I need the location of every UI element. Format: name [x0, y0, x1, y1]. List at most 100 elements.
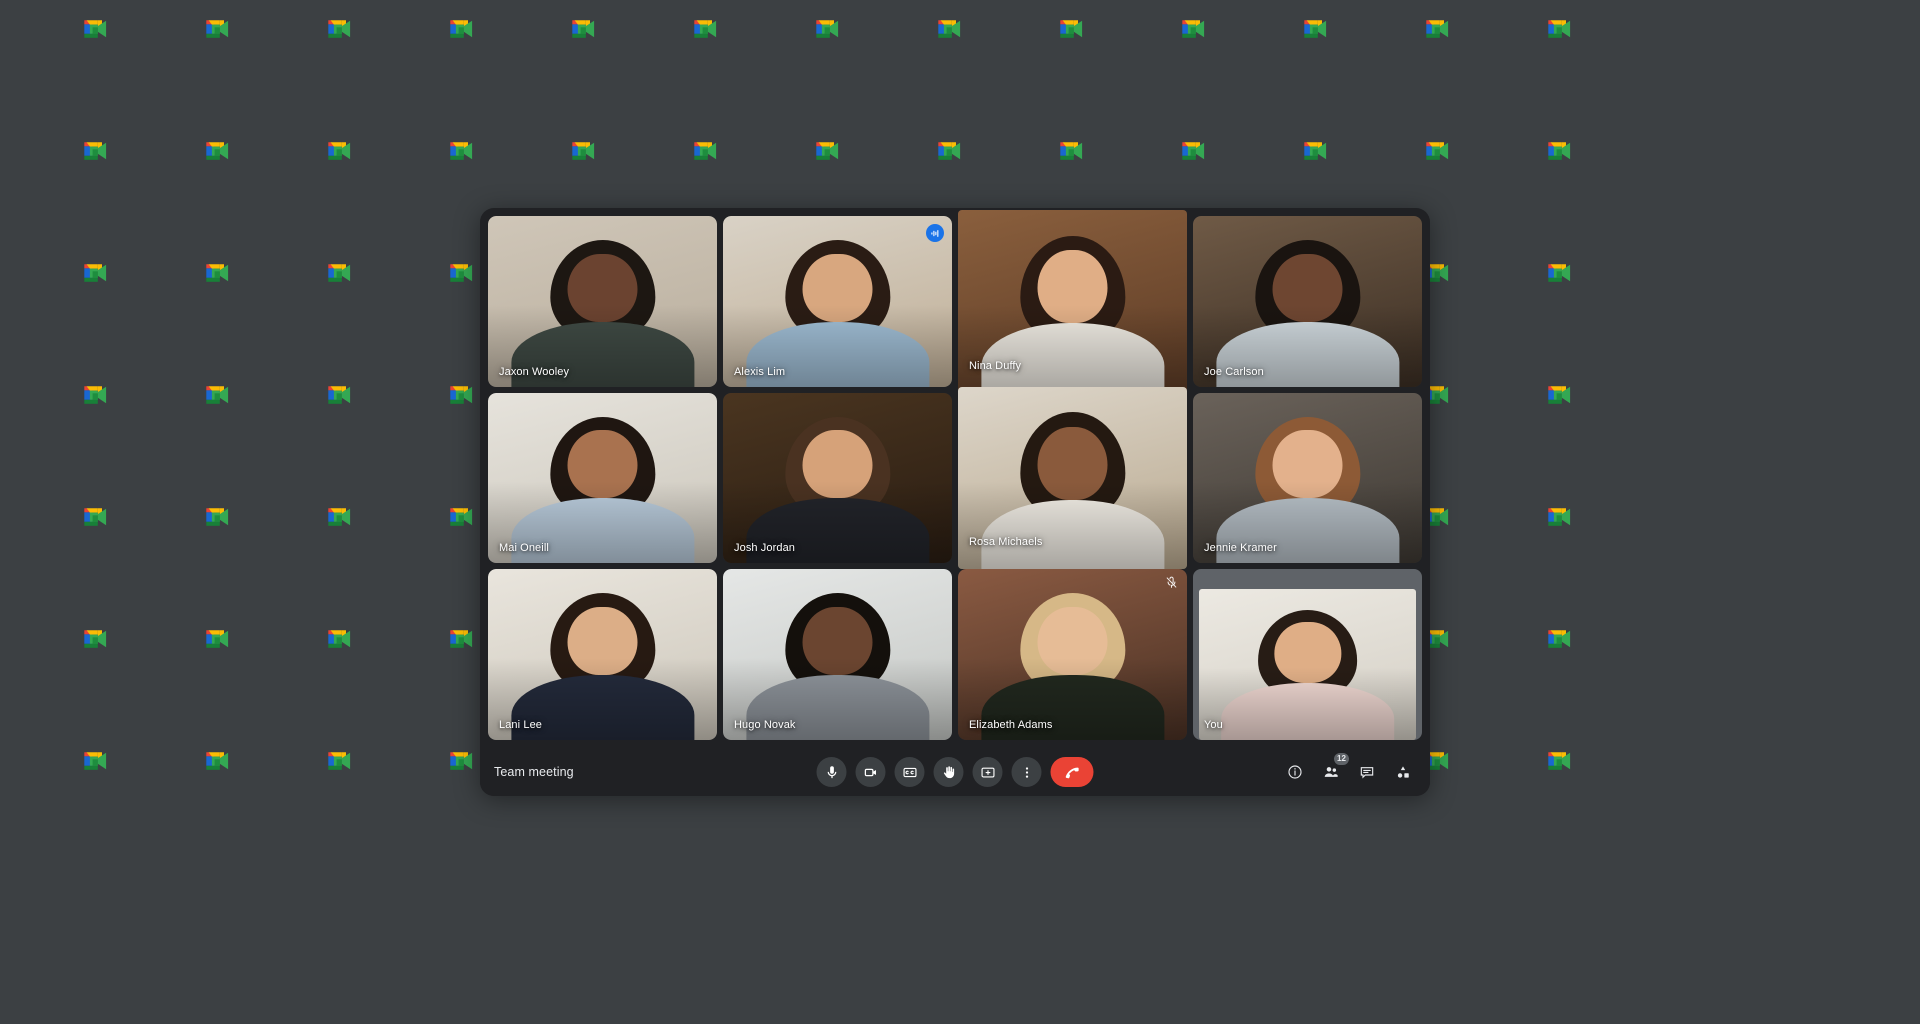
google-meet-logo: [82, 262, 108, 284]
participant-name: Elizabeth Adams: [969, 719, 1053, 731]
leave-call-button[interactable]: [1050, 757, 1094, 787]
google-meet-logo: [82, 18, 108, 40]
google-meet-logo: [1180, 140, 1206, 162]
video-camera-icon: [863, 765, 878, 780]
google-meet-logo: [1424, 18, 1450, 40]
active-speaker-badge: [926, 224, 944, 242]
google-meet-logo: [204, 506, 230, 528]
participant-video-grid: Jaxon Wooley Alexis Lim Nina Duffy Joe Carl…: [480, 208, 1430, 748]
google-meet-logo: [1058, 18, 1084, 40]
google-meet-logo: [82, 140, 108, 162]
raise-hand-button[interactable]: [933, 757, 964, 787]
google-meet-logo: [326, 750, 352, 772]
participant-tile[interactable]: Hugo Novak: [723, 569, 952, 740]
google-meet-logo: [814, 18, 840, 40]
meet-window: Jaxon Wooley Alexis Lim Nina Duffy Joe Carl…: [480, 208, 1430, 796]
captions-button[interactable]: [894, 757, 925, 787]
microphone-button[interactable]: [816, 757, 847, 787]
google-meet-logo: [1180, 18, 1206, 40]
more-options-button[interactable]: [1011, 757, 1042, 787]
participant-video: [1193, 216, 1422, 387]
microphone-icon: [824, 765, 839, 780]
google-meet-logo: [82, 506, 108, 528]
participant-tile[interactable]: Alexis Lim: [723, 216, 952, 387]
google-meet-logo: [936, 18, 962, 40]
google-meet-logo: [448, 506, 474, 528]
info-icon: [1287, 764, 1303, 780]
closed-captions-icon: [902, 765, 917, 780]
activities-icon: [1395, 764, 1411, 780]
google-meet-logo: [448, 262, 474, 284]
call-controls: [816, 757, 1094, 787]
participant-tile[interactable]: Nina Duffy: [958, 210, 1187, 393]
hangup-phone-icon: [1063, 763, 1082, 782]
google-meet-logo: [570, 18, 596, 40]
participant-name: Joe Carlson: [1204, 365, 1264, 378]
participant-video: [1193, 392, 1422, 564]
google-meet-logo: [204, 140, 230, 162]
raise-hand-icon: [941, 765, 956, 780]
google-meet-logo: [1546, 384, 1572, 406]
participant-tile[interactable]: Rosa Michaels: [958, 386, 1187, 570]
meeting-details-button[interactable]: [1284, 761, 1306, 783]
participant-name: Hugo Novak: [734, 719, 796, 731]
google-meet-logo: [326, 628, 352, 650]
google-meet-logo: [448, 140, 474, 162]
google-meet-logo: [448, 628, 474, 650]
chat-button[interactable]: [1356, 761, 1378, 783]
participants-button[interactable]: 12: [1320, 753, 1349, 783]
google-meet-logo: [204, 262, 230, 284]
panel-controls: 12: [1284, 753, 1414, 783]
meeting-title: Team meeting: [494, 765, 574, 779]
participant-name: Mai Oneill: [499, 542, 549, 555]
google-meet-logo: [692, 18, 718, 40]
participant-tile[interactable]: Josh Jordan: [723, 392, 952, 564]
people-icon: [1323, 764, 1339, 780]
participant-video: [723, 569, 952, 740]
google-meet-logo: [204, 750, 230, 772]
participant-name: Lani Lee: [499, 719, 543, 731]
google-meet-logo: [204, 628, 230, 650]
google-meet-logo: [204, 18, 230, 40]
participant-name: Alexis Lim: [734, 365, 786, 378]
google-meet-logo: [448, 750, 474, 772]
participant-tile[interactable]: Jaxon Wooley: [488, 216, 717, 387]
participant-tile[interactable]: You: [1193, 569, 1422, 740]
meeting-toolbar: Team meeting 12: [480, 748, 1430, 796]
participant-name: Josh Jordan: [734, 542, 796, 555]
mic-muted-icon: [1165, 576, 1178, 594]
google-meet-logo: [82, 384, 108, 406]
google-meet-logo: [326, 18, 352, 40]
participant-tile[interactable]: Lani Lee: [488, 569, 717, 740]
participant-video: [488, 216, 717, 387]
participant-tile[interactable]: Elizabeth Adams: [958, 569, 1187, 740]
participant-video: [488, 569, 717, 740]
participant-tile[interactable]: Joe Carlson: [1193, 216, 1422, 387]
camera-button[interactable]: [855, 757, 886, 787]
participant-video: [723, 392, 952, 564]
participant-count-badge: 12: [1334, 753, 1349, 765]
google-meet-logo: [326, 140, 352, 162]
chat-icon: [1359, 764, 1375, 780]
present-screen-icon: [980, 765, 995, 780]
google-meet-logo: [936, 140, 962, 162]
google-meet-logo: [1546, 750, 1572, 772]
participant-tile[interactable]: Mai Oneill: [488, 392, 717, 564]
google-meet-logo: [570, 140, 596, 162]
google-meet-logo: [814, 140, 840, 162]
participant-name: Jaxon Wooley: [499, 365, 570, 378]
participant-tile[interactable]: Jennie Kramer: [1193, 392, 1422, 564]
google-meet-logo: [326, 384, 352, 406]
participant-name: Nina Duffy: [969, 359, 1022, 372]
google-meet-logo: [1546, 628, 1572, 650]
google-meet-logo: [326, 506, 352, 528]
activities-button[interactable]: [1392, 761, 1414, 783]
google-meet-logo: [448, 384, 474, 406]
google-meet-logo: [1302, 140, 1328, 162]
google-meet-logo: [692, 140, 718, 162]
participant-video: [488, 392, 717, 564]
google-meet-logo: [1302, 18, 1328, 40]
more-vertical-icon: [1019, 765, 1034, 780]
present-button[interactable]: [972, 757, 1003, 787]
participant-video: [958, 569, 1187, 740]
